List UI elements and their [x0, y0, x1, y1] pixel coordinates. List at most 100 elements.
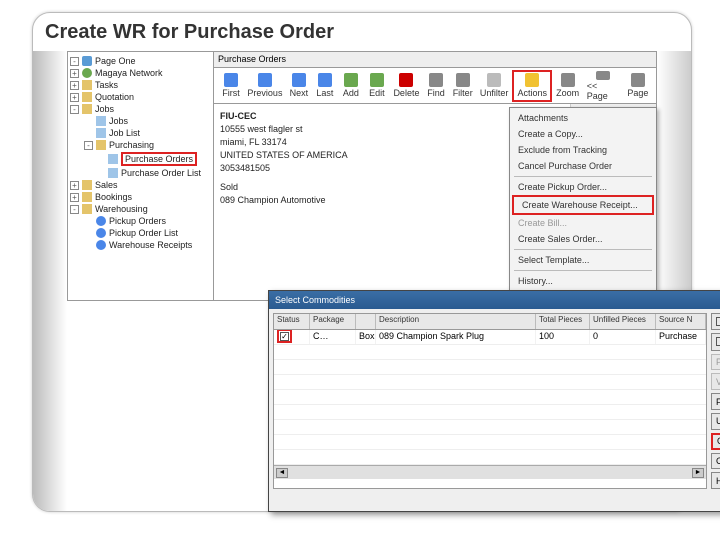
tree-item[interactable]: Pickup Order List	[70, 227, 211, 239]
tree-icon	[82, 192, 92, 202]
next-icon	[292, 73, 306, 87]
help-button[interactable]: Help	[711, 472, 720, 489]
toolbar-zoom-button[interactable]: Zoom	[552, 70, 582, 102]
toolbar-add-button[interactable]: Add	[338, 70, 364, 102]
tree-icon	[96, 228, 106, 238]
unmarkall-button[interactable]: Unmark all	[711, 333, 720, 351]
tree-item[interactable]: Jobs	[70, 115, 211, 127]
menu-item[interactable]: Create a Copy...	[510, 126, 656, 142]
tab-purchase-orders[interactable]: Purchase Orders	[214, 52, 656, 68]
tree-icon	[82, 80, 92, 90]
col-header[interactable]: Unfilled Pieces	[590, 314, 656, 329]
detail-block: FIU-CEC 10555 west flagler st miami, FL …	[220, 110, 348, 207]
toolbar-unfilter-button[interactable]: Unfilter	[476, 70, 512, 102]
pieces-button: Pieces...	[711, 354, 720, 371]
tree-item[interactable]: +Quotation	[70, 91, 211, 103]
tree-icon	[96, 116, 106, 126]
tree-icon	[82, 68, 92, 78]
col-header[interactable]: Status	[274, 314, 310, 329]
detail-name: FIU-CEC	[220, 110, 348, 123]
page-title: Create WR for Purchase Order	[33, 13, 691, 48]
tree-item[interactable]: +Tasks	[70, 79, 211, 91]
tree-icon	[82, 180, 92, 190]
view-button: View...	[711, 373, 720, 390]
scroll-left-icon[interactable]: ◄	[276, 468, 288, 478]
tree-item[interactable]: -Jobs	[70, 103, 211, 115]
markall-button[interactable]: Mark all	[711, 313, 720, 330]
col-header[interactable]	[356, 314, 376, 329]
tree-item[interactable]: -Warehousing	[70, 203, 211, 215]
menu-item[interactable]: History...	[510, 273, 656, 289]
menu-item[interactable]: Create Warehouse Receipt...	[512, 195, 654, 215]
toolbar-first-button[interactable]: First	[218, 70, 244, 102]
tree-label: Pickup Order List	[109, 228, 178, 238]
tree-icon	[82, 204, 92, 214]
menu-item[interactable]: Select Template...	[510, 252, 656, 268]
detail-addr3: UNITED STATES OF AMERICA	[220, 149, 348, 162]
tree-item[interactable]: Purchase Orders	[70, 151, 211, 167]
tree-label: Page One	[95, 56, 136, 66]
toolbar-actions-button[interactable]: Actions	[512, 70, 553, 102]
toolbar-previous-button[interactable]: Previous	[244, 70, 286, 102]
cell: C…	[310, 330, 356, 344]
menu-item[interactable]: Create Bill...	[510, 215, 656, 231]
tree-item[interactable]: Pickup Orders	[70, 215, 211, 227]
toolbar-next-button[interactable]: Next	[286, 70, 312, 102]
tree-icon	[96, 128, 106, 138]
menu-item[interactable]: Cancel Purchase Order	[510, 158, 656, 174]
toolbar-page-button[interactable]: Page	[624, 70, 652, 102]
detail-sold: Sold	[220, 181, 348, 194]
filter-icon	[456, 73, 470, 87]
nav-tree[interactable]: -Page One+Magaya Network+Tasks+Quotation…	[68, 52, 214, 300]
tree-label: Purchase Order List	[121, 168, 201, 178]
col-header[interactable]: Total Pieces	[536, 314, 590, 329]
tree-item[interactable]: Job List	[70, 127, 211, 139]
tree-label: Quotation	[95, 92, 134, 102]
edit-icon	[370, 73, 384, 87]
unfilter-button[interactable]: Unfilter	[711, 413, 720, 430]
ok-button[interactable]: OK	[711, 433, 720, 450]
tree-item[interactable]: +Bookings	[70, 191, 211, 203]
tree-item[interactable]: +Sales	[70, 179, 211, 191]
tree-label: Purchasing	[109, 140, 154, 150]
tree-icon	[96, 240, 106, 250]
toolbar-find-button[interactable]: Find	[423, 70, 449, 102]
grid-header: StatusPackage DescriptionTotal PiecesUnfi…	[274, 314, 706, 330]
menu-item[interactable]: Create Pickup Order...	[510, 179, 656, 195]
tree-item[interactable]: -Purchasing	[70, 139, 211, 151]
menu-item[interactable]: Attachments	[510, 110, 656, 126]
toolbar-last-button[interactable]: Last	[312, 70, 338, 102]
table-row[interactable]: C…Box089 Champion Spark Plug1000Purchase	[274, 330, 706, 345]
toolbar: FirstPreviousNextLastAddEditDeleteFindFi…	[214, 68, 656, 104]
tree-icon	[82, 104, 92, 114]
dialog-buttons: Mark all Unmark all Pieces... View... Filter…	[711, 309, 720, 493]
col-header[interactable]: Description	[376, 314, 536, 329]
toolbar-page-button[interactable]: << Page	[583, 70, 624, 102]
gradient-left	[33, 51, 67, 511]
toolbar-edit-button[interactable]: Edit	[364, 70, 390, 102]
toolbar-filter-button[interactable]: Filter	[449, 70, 476, 102]
h-scrollbar[interactable]: ◄ ►	[274, 465, 706, 479]
toolbar-delete-button[interactable]: Delete	[390, 70, 423, 102]
tree-label: Jobs	[109, 116, 128, 126]
tree-label: Sales	[95, 180, 118, 190]
tree-item[interactable]: Purchase Order List	[70, 167, 211, 179]
col-header[interactable]: Package	[310, 314, 356, 329]
tree-item[interactable]: Warehouse Receipts	[70, 239, 211, 251]
tree-item[interactable]: +Magaya Network	[70, 67, 211, 79]
tree-icon	[108, 154, 118, 164]
filter-button[interactable]: Filter...	[711, 393, 720, 410]
cell	[274, 330, 310, 344]
checkbox-icon[interactable]	[280, 332, 289, 341]
tree-item[interactable]: -Page One	[70, 55, 211, 67]
menu-item[interactable]: Exclude from Tracking	[510, 142, 656, 158]
actions-context-menu[interactable]: AttachmentsCreate a Copy...Exclude from …	[509, 107, 657, 292]
cancel-button[interactable]: Cancel	[711, 453, 720, 470]
cell: Box	[356, 330, 376, 344]
menu-item[interactable]: Create Sales Order...	[510, 231, 656, 247]
col-header[interactable]: Source N	[656, 314, 706, 329]
commodities-grid[interactable]: StatusPackage DescriptionTotal PiecesUnfi…	[273, 313, 707, 489]
tree-icon	[108, 168, 118, 178]
scroll-right-icon[interactable]: ►	[692, 468, 704, 478]
tree-label: Jobs	[95, 104, 114, 114]
